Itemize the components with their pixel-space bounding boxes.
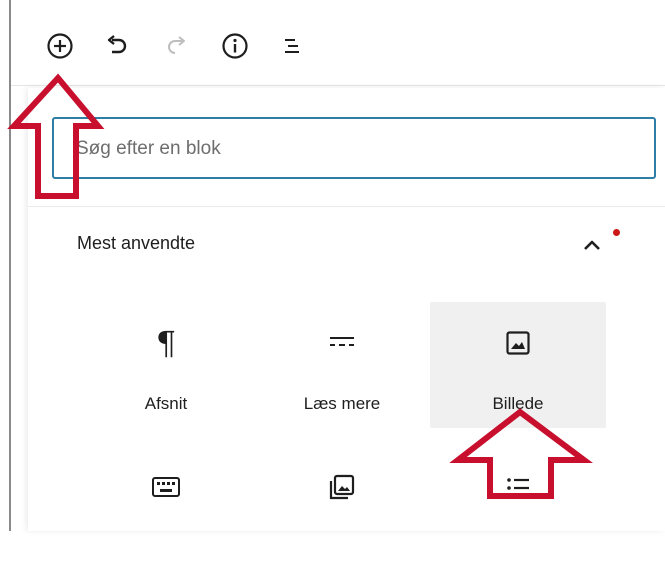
block-item-paragraph[interactable]: ¶ Afsnit (78, 302, 254, 428)
details-button[interactable] (215, 26, 255, 66)
search-divider (28, 206, 665, 207)
undo-button[interactable] (97, 26, 137, 66)
block-item-label: Billede (492, 394, 544, 413)
block-item-image[interactable]: Billede (430, 302, 606, 428)
redo-icon (168, 36, 185, 54)
undo-icon (107, 35, 127, 54)
info-icon (222, 33, 248, 59)
gallery-icon (254, 470, 430, 504)
list-view-icon (285, 39, 299, 53)
block-item-list[interactable] (430, 448, 606, 574)
toolbar-divider (11, 85, 665, 86)
plus-circle-icon (47, 33, 73, 59)
block-item-gallery[interactable] (254, 448, 430, 574)
block-item-shortcode[interactable] (78, 448, 254, 574)
block-item-label: Læs mere (303, 394, 381, 413)
redo-button[interactable] (157, 26, 197, 66)
block-search-field[interactable] (52, 117, 656, 179)
block-item-label: Afsnit (144, 394, 188, 413)
notice-dot (613, 229, 620, 236)
keyboard-icon (78, 470, 254, 504)
chevron-up-icon (584, 240, 600, 250)
more-icon (254, 326, 430, 360)
block-search-input[interactable] (74, 119, 638, 179)
section-title-most-used: Mest anvendte (77, 233, 196, 253)
image-icon (430, 326, 606, 360)
add-block-button[interactable] (40, 26, 80, 66)
list-icon (430, 470, 606, 504)
editor-left-border (9, 0, 11, 531)
section-collapse-button[interactable] (575, 228, 611, 262)
paragraph-icon: ¶ (155, 324, 177, 362)
block-item-more[interactable]: Læs mere (254, 302, 430, 428)
list-view-button[interactable] (272, 26, 312, 66)
